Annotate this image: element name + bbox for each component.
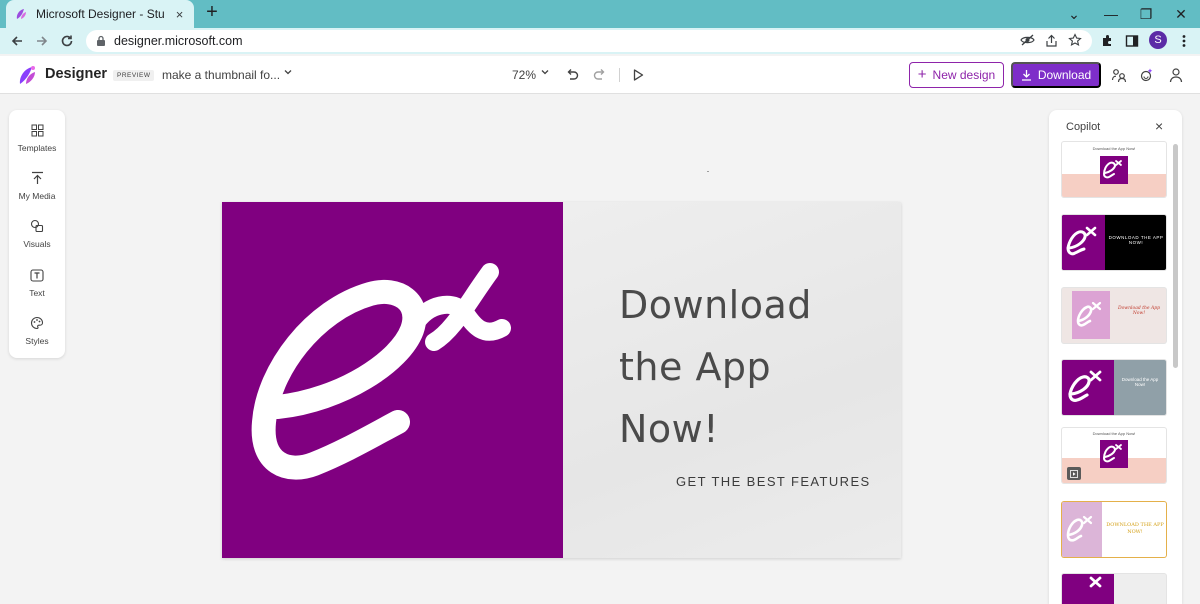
- lock-icon: [96, 35, 106, 47]
- copilot-scrollbar[interactable]: [1173, 144, 1178, 368]
- copilot-sparkle-icon[interactable]: [1137, 66, 1155, 84]
- new-design-label: New design: [932, 68, 996, 82]
- rail-item-styles[interactable]: Styles: [9, 315, 65, 355]
- thumbnail-logo-block: [1062, 502, 1102, 557]
- zoom-chevron-down-icon[interactable]: [540, 66, 550, 80]
- app-name: Designer: [45, 66, 108, 82]
- download-icon: [1021, 69, 1032, 81]
- header-divider: [619, 68, 620, 82]
- rail-item-my-media[interactable]: My Media: [9, 170, 65, 210]
- undo-icon[interactable]: [563, 66, 581, 84]
- video-play-icon[interactable]: [1067, 467, 1081, 480]
- designer-header: Designer PREVIEW make a thumbnail fo... …: [0, 56, 1200, 94]
- thumbnail-caption: Download the App Now!: [1092, 431, 1136, 436]
- preview-badge: PREVIEW: [113, 70, 155, 81]
- thumbnail-logo-block: [1062, 360, 1114, 415]
- browser-tab-strip: Microsoft Designer - Stunning de × + ⌄ —…: [0, 0, 1200, 28]
- download-button[interactable]: Download: [1011, 62, 1101, 88]
- rail-label-my-media: My Media: [18, 191, 56, 201]
- play-icon[interactable]: [629, 66, 647, 84]
- rail-item-visuals[interactable]: Visuals: [9, 218, 65, 258]
- design-name[interactable]: make a thumbnail fo...: [162, 68, 280, 82]
- thumbnail-caption: Download the App Now!: [1092, 146, 1136, 151]
- chevron-down-icon[interactable]: [283, 66, 293, 80]
- close-icon[interactable]: ×: [1155, 118, 1163, 134]
- headline-line: Download: [619, 283, 812, 327]
- thumbnail-logo-block: [1062, 574, 1114, 604]
- tab-title: Microsoft Designer - Stunning de: [36, 7, 165, 21]
- restore-button[interactable]: ❐: [1136, 4, 1156, 24]
- reload-button[interactable]: [57, 31, 77, 51]
- copilot-panel: Copilot × Download the App Now! DOWNLOAD…: [1049, 110, 1182, 604]
- thumbnail-caption: Download the App Now!: [1117, 306, 1161, 316]
- upload-icon: [29, 170, 45, 186]
- zoom-level[interactable]: 72%: [512, 68, 536, 82]
- share-icon[interactable]: [1043, 32, 1059, 48]
- close-window-button[interactable]: ✕: [1171, 4, 1191, 24]
- rail-label-styles: Styles: [25, 336, 49, 346]
- thumbnail-caption: DOWNLOAD THE APP NOW!: [1108, 235, 1164, 245]
- headline-line: Now!: [619, 407, 719, 451]
- rail-label-templates: Templates: [17, 143, 57, 153]
- forward-button[interactable]: [32, 31, 52, 51]
- ex-logo-icon[interactable]: [222, 202, 563, 558]
- browser-menu-icon[interactable]: [1174, 31, 1194, 51]
- text-icon: [29, 267, 45, 283]
- artboard-subline[interactable]: GET THE BEST FEATURES: [676, 474, 871, 489]
- canvas-marker: [707, 171, 709, 172]
- design-suggestion-thumbnail[interactable]: Download the App Now!: [1062, 360, 1166, 415]
- side-panel-icon[interactable]: [1122, 31, 1142, 51]
- extensions-icon[interactable]: [1097, 31, 1117, 51]
- headline-line: the App: [619, 345, 772, 389]
- profile-avatar[interactable]: S: [1149, 31, 1167, 49]
- rail-label-text: Text: [29, 288, 45, 298]
- minimize-button[interactable]: —: [1101, 4, 1121, 24]
- designer-logo-icon[interactable]: [18, 64, 38, 86]
- design-artboard[interactable]: Download the App Now! GET THE BEST FEATU…: [222, 202, 901, 558]
- plus-icon: +: [917, 66, 927, 83]
- design-suggestion-thumbnail[interactable]: Download the App Now!: [1062, 288, 1166, 343]
- rail-label-visuals: Visuals: [23, 239, 51, 249]
- account-icon[interactable]: [1167, 66, 1185, 84]
- bookmark-star-icon[interactable]: [1067, 32, 1083, 48]
- artboard-purple-panel[interactable]: [222, 202, 563, 558]
- tab-search-icon[interactable]: ⌄: [1064, 4, 1084, 24]
- styles-palette-icon: [29, 315, 45, 331]
- templates-icon: [29, 122, 45, 138]
- eye-slash-icon[interactable]: [1019, 32, 1035, 48]
- tab-close-icon[interactable]: ×: [173, 7, 186, 22]
- design-suggestion-thumbnail[interactable]: Download the App Now!: [1062, 428, 1166, 483]
- thumbnail-caption: DOWNLOAD THE APP NOW!: [1106, 522, 1164, 535]
- redo-icon[interactable]: [591, 66, 609, 84]
- tool-rail: Templates My Media Visuals Text Styles: [9, 110, 65, 358]
- share-people-icon[interactable]: [1110, 66, 1128, 84]
- browser-toolbar: designer.microsoft.com S: [0, 28, 1200, 54]
- design-suggestion-thumbnail[interactable]: [1062, 574, 1166, 604]
- artboard-headline[interactable]: Download the App Now!: [619, 274, 879, 460]
- thumbnail-logo-block: [1100, 156, 1128, 184]
- new-design-button[interactable]: + New design: [909, 62, 1004, 88]
- rail-item-templates[interactable]: Templates: [9, 122, 65, 162]
- thumbnail-caption: Download the App Now!: [1121, 377, 1159, 387]
- thumbnail-logo-block: [1072, 291, 1110, 339]
- designer-favicon-icon: [14, 7, 28, 21]
- rail-item-text[interactable]: Text: [9, 267, 65, 307]
- url-text: designer.microsoft.com: [114, 34, 243, 48]
- thumbnail-logo-block: [1062, 215, 1105, 270]
- design-suggestion-thumbnail[interactable]: Download the App Now!: [1062, 142, 1166, 197]
- design-suggestion-thumbnail[interactable]: DOWNLOAD THE APP NOW!: [1062, 215, 1166, 270]
- thumbnail-logo-block: [1100, 440, 1128, 468]
- new-tab-button[interactable]: +: [202, 2, 222, 23]
- back-button[interactable]: [7, 31, 27, 51]
- address-bar[interactable]: designer.microsoft.com: [86, 30, 1092, 52]
- visuals-icon: [29, 218, 45, 234]
- design-suggestion-thumbnail[interactable]: DOWNLOAD THE APP NOW!: [1062, 502, 1166, 557]
- download-label: Download: [1037, 68, 1092, 82]
- browser-tab[interactable]: Microsoft Designer - Stunning de ×: [6, 0, 194, 28]
- copilot-title: Copilot: [1066, 121, 1101, 133]
